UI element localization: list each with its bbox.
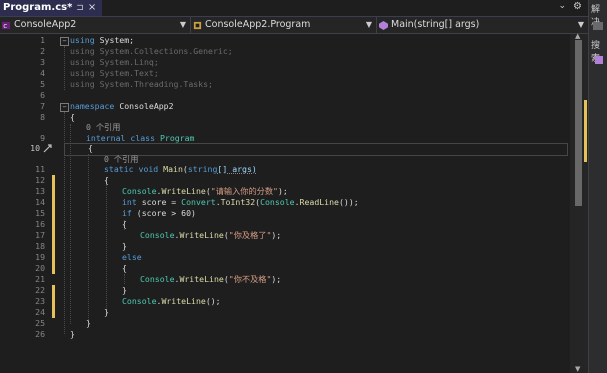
- code-line: using System.Text;: [70, 68, 159, 78]
- project-dropdown[interactable]: C ConsoleApp2 ▼: [0, 17, 191, 33]
- code-line-current: {: [88, 143, 93, 153]
- line-number-gutter: 1 2 3 4 5 6 7 8 9 10 11 12 13 14 15 16 1…: [0, 34, 60, 373]
- line-number: 15: [35, 208, 45, 218]
- code-line: }: [122, 241, 127, 251]
- class-icon: [193, 21, 202, 29]
- line-number: 5: [40, 79, 45, 89]
- indent-guide: [70, 124, 71, 324]
- code-line: Console.WriteLine();: [122, 296, 221, 306]
- scroll-up-icon[interactable]: ▲: [575, 32, 580, 40]
- line-number: 23: [35, 296, 45, 306]
- line-number: 22: [35, 285, 45, 295]
- code-line: {: [70, 112, 75, 122]
- member-dropdown[interactable]: Main(string[] args) ▼: [377, 17, 588, 33]
- navigation-bar: C ConsoleApp2 ▼ ConsoleApp2.Program ▼ Ma…: [0, 17, 588, 34]
- line-number: 20: [35, 263, 45, 273]
- code-area[interactable]: − − using System; using System.Collectio…: [60, 34, 570, 373]
- collapse-toggle-icon[interactable]: −: [60, 37, 69, 46]
- indent-guide: [106, 184, 107, 314]
- vertical-scrollbar[interactable]: ▲ ▼: [570, 32, 588, 373]
- code-line: Console.WriteLine("你及格了");: [140, 230, 282, 240]
- code-line: internal class Program: [86, 133, 195, 143]
- line-number: 14: [35, 197, 45, 207]
- outline-guide: [64, 112, 65, 334]
- code-line: using System.Linq;: [70, 57, 159, 67]
- project-dropdown-label: ConsoleApp2: [14, 19, 77, 30]
- line-number: 1: [40, 35, 45, 45]
- solution-icon: [595, 56, 603, 64]
- code-line: using System;: [70, 35, 135, 45]
- class-dropdown[interactable]: ConsoleApp2.Program ▼: [191, 17, 377, 33]
- code-line: static void Main(string[] args): [104, 164, 257, 174]
- settings-icon[interactable]: ⚙: [573, 1, 582, 12]
- code-line: Console.WriteLine("请输入你的分数");: [122, 186, 288, 196]
- code-line: if (score > 60): [122, 208, 196, 218]
- line-number: 4: [40, 68, 45, 78]
- line-number: 16: [35, 219, 45, 229]
- line-number: 19: [35, 252, 45, 262]
- line-number: 12: [35, 175, 45, 185]
- code-editor[interactable]: 1 2 3 4 5 6 7 8 9 10 11 12 13 14 15 16 1…: [0, 34, 570, 373]
- line-number: 26: [35, 329, 45, 339]
- tab-program-cs[interactable]: Program.cs* ⊐ ×: [0, 0, 103, 16]
- line-number: 24: [35, 307, 45, 317]
- method-icon: [379, 20, 388, 30]
- codelens-references[interactable]: 0 个引用: [86, 122, 120, 133]
- solution-explorer-panel: 解决 搜索: [588, 0, 607, 373]
- code-line: int score = Convert.ToInt32(Console.Read…: [122, 197, 359, 207]
- line-number: 11: [35, 164, 45, 174]
- change-marker: [52, 285, 55, 318]
- member-dropdown-label: Main(string[] args): [391, 19, 480, 30]
- line-number: 17: [35, 230, 45, 240]
- change-marker: [584, 100, 587, 162]
- line-number: 3: [40, 57, 45, 67]
- close-icon[interactable]: ×: [88, 0, 96, 16]
- line-number: 25: [35, 318, 45, 328]
- indent-guide: [88, 154, 89, 322]
- line-number-current: 10: [30, 143, 40, 153]
- line-number: 21: [35, 274, 45, 284]
- quick-action-icon[interactable]: [43, 143, 53, 153]
- scrollbar-thumb[interactable]: [575, 40, 582, 206]
- tab-list-dropdown-icon[interactable]: ⌄: [558, 1, 566, 11]
- code-line: }: [104, 307, 109, 317]
- code-line: else: [122, 252, 142, 262]
- code-line: {: [122, 219, 127, 229]
- line-number: 18: [35, 241, 45, 251]
- chevron-down-icon: ▼: [577, 20, 584, 29]
- scroll-down-icon[interactable]: ▼: [575, 365, 580, 373]
- line-number: 6: [40, 90, 45, 100]
- tab-title: Program.cs*: [3, 2, 73, 13]
- pin-icon[interactable]: ⊐: [76, 0, 84, 16]
- code-line: {: [104, 175, 109, 185]
- chevron-down-icon: ▼: [179, 20, 186, 29]
- code-line: Console.WriteLine("你不及格");: [140, 274, 282, 284]
- code-line: }: [122, 285, 127, 295]
- code-line: using System.Collections.Generic;: [70, 46, 233, 56]
- code-line: namespace ConsoleApp2: [70, 101, 174, 111]
- change-marker: [52, 175, 55, 274]
- code-line: {: [122, 263, 127, 273]
- csharp-project-icon: C: [2, 21, 11, 29]
- toolbar-icon[interactable]: [593, 22, 603, 30]
- code-line: }: [86, 318, 91, 328]
- line-number: 2: [40, 46, 45, 56]
- collapse-toggle-icon[interactable]: −: [60, 103, 69, 112]
- code-line: }: [70, 329, 75, 339]
- outline-guide: [64, 46, 65, 90]
- line-number: 7: [40, 101, 45, 111]
- indent-guide: [124, 274, 125, 284]
- code-line: using System.Threading.Tasks;: [70, 79, 213, 89]
- svg-text:C: C: [3, 23, 7, 29]
- line-number: 8: [40, 112, 45, 122]
- chevron-down-icon: ▼: [365, 20, 372, 29]
- class-dropdown-label: ConsoleApp2.Program: [205, 19, 311, 30]
- line-number: 13: [35, 186, 45, 196]
- tab-bar: Program.cs* ⊐ × ⌄ ⚙: [0, 0, 588, 18]
